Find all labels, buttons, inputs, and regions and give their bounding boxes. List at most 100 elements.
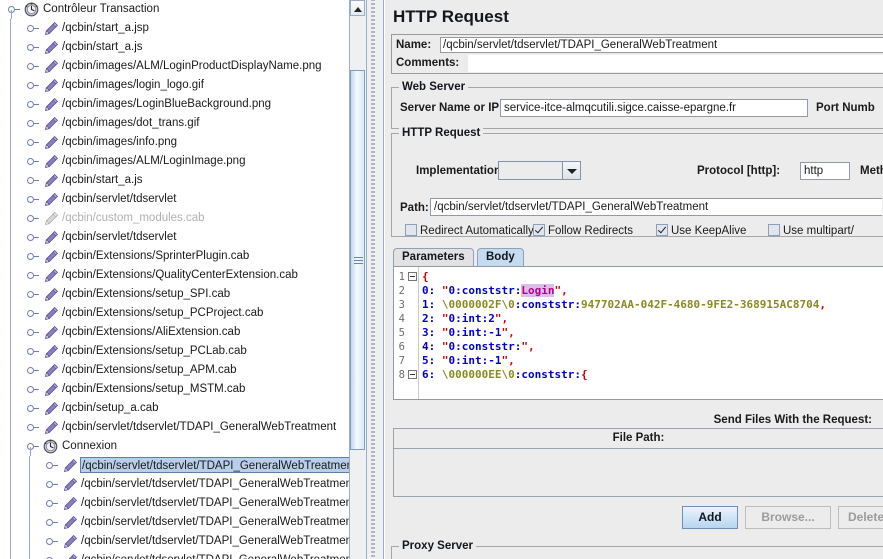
tree-handle-stem (34, 370, 39, 372)
scrollbar-thumb[interactable] (350, 70, 365, 450)
tree-expand-handle-icon[interactable] (27, 272, 34, 279)
tree-item[interactable]: /qcbin/Extensions/setup_APM.cab (0, 361, 349, 380)
protocol-input[interactable]: http (800, 162, 850, 180)
checkmark-icon[interactable] (533, 224, 545, 236)
tree-expand-handle-icon[interactable] (27, 253, 34, 260)
tree-item[interactable]: /qcbin/images/info.png (0, 133, 349, 152)
tree-expand-handle-icon[interactable] (27, 139, 34, 146)
tree-item-label: Contrôleur Transaction (43, 3, 160, 15)
tree-item[interactable]: /qcbin/servlet/tdservlet/TDAPI_GeneralWe… (0, 475, 349, 494)
tree-expand-handle-icon[interactable] (27, 348, 34, 355)
tree-item[interactable]: /qcbin/start_a.js (0, 171, 349, 190)
tree-expand-handle-icon[interactable] (27, 177, 34, 184)
tree-expand-handle-icon[interactable] (27, 25, 34, 32)
tree-item[interactable]: /qcbin/start_a.js (0, 38, 349, 57)
tree-expand-handle-icon[interactable] (27, 215, 34, 222)
tree-item[interactable]: /qcbin/Extensions/QualityCenterExtension… (0, 266, 349, 285)
server-name-input[interactable]: service-itce-almqcutili.sigce.caisse-epa… (500, 99, 808, 117)
tree-handle-stem (34, 85, 39, 87)
tree-item[interactable]: Contrôleur Transaction (0, 0, 349, 19)
tree-expand-handle-icon[interactable] (27, 386, 34, 393)
tree-item[interactable]: /qcbin/servlet/tdservlet (0, 190, 349, 209)
tree-item[interactable]: /qcbin/Extensions/setup_MSTM.cab (0, 380, 349, 399)
tree-expand-handle-icon[interactable] (27, 329, 34, 336)
checkmark-icon[interactable] (656, 224, 668, 236)
tree-item[interactable]: /qcbin/images/dot_trans.gif (0, 114, 349, 133)
tree-item[interactable]: /qcbin/custom_modules.cab (0, 209, 349, 228)
empty-checkbox-icon[interactable] (405, 224, 417, 236)
tree-item[interactable]: /qcbin/Extensions/SprinterPlugin.cab (0, 247, 349, 266)
tree-item[interactable]: /qcbin/Extensions/setup_PCProject.cab (0, 304, 349, 323)
chevron-down-icon[interactable] (562, 162, 580, 179)
empty-checkbox-icon[interactable] (768, 224, 780, 236)
tree-item[interactable]: /qcbin/images/login_logo.gif (0, 76, 349, 95)
tree-handle-stem (34, 446, 39, 448)
line-number: 6 (398, 341, 405, 353)
tree-expand-handle-icon[interactable] (27, 196, 34, 203)
checkbox-use-multipart[interactable]: Use multipart/ (768, 224, 854, 237)
tree-item[interactable]: /qcbin/Extensions/AliExtension.cab (0, 323, 349, 342)
tree-expand-handle-icon[interactable] (27, 101, 34, 108)
tree-expand-handle-icon[interactable] (46, 481, 53, 488)
tree-expand-handle-icon[interactable] (46, 538, 53, 545)
tree-item[interactable]: /qcbin/images/ALM/LoginImage.png (0, 152, 349, 171)
tree-connector-line (10, 171, 11, 190)
tree-expand-handle-icon[interactable] (46, 519, 53, 526)
panel-splitter[interactable] (366, 0, 384, 559)
tree-expand-handle-icon[interactable] (27, 291, 34, 298)
tree-item-label: /qcbin/servlet/tdservlet/TDAPI_GeneralWe… (81, 497, 349, 509)
tree-handle-stem (34, 161, 39, 163)
tab-parameters[interactable]: Parameters (393, 248, 474, 266)
tree-expand-handle-icon[interactable] (27, 234, 34, 241)
server-name-label: Server Name or IP: (400, 102, 503, 114)
checkbox-use-keepalive[interactable]: Use KeepAlive (656, 224, 746, 237)
tree-item[interactable]: /qcbin/servlet/tdservlet/TDAPI_GeneralWe… (0, 551, 349, 559)
body-data-editor[interactable]: 1 2 3 4 5 6 7 8 {0: "0:conststr:Login", 1: \0000… (393, 266, 883, 400)
tree-item[interactable]: Connexion (0, 437, 349, 456)
tree-expand-handle-icon[interactable] (27, 367, 34, 374)
tree-item[interactable]: /qcbin/images/ALM/LoginProductDisplayNam… (0, 57, 349, 76)
tree-expand-handle-icon[interactable] (46, 500, 53, 507)
tree-item[interactable]: /qcbin/servlet/tdservlet/TDAPI_GeneralWe… (0, 513, 349, 532)
tree-expand-handle-icon[interactable] (27, 44, 34, 51)
tree-expand-handle-icon[interactable] (27, 310, 34, 317)
code-fold-toggle-icon[interactable] (408, 272, 417, 281)
tree-expand-handle-icon[interactable] (27, 63, 34, 70)
code-line: { (422, 270, 429, 283)
tree-item[interactable]: /qcbin/Extensions/setup_PCLab.cab (0, 342, 349, 361)
tree-item[interactable]: /qcbin/start_a.jsp (0, 19, 349, 38)
tree-item[interactable]: /qcbin/servlet/tdservlet (0, 228, 349, 247)
checkbox-redirect-automatically[interactable]: Redirect Automatically (405, 224, 534, 237)
tree-item[interactable]: /qcbin/images/LoginBlueBackground.png (0, 95, 349, 114)
tree-connector-line (29, 532, 30, 551)
implementation-dropdown[interactable] (498, 161, 581, 180)
file-path-table[interactable]: File Path: (393, 428, 883, 497)
path-input[interactable]: /qcbin/servlet/tdservlet/TDAPI_GeneralWe… (430, 198, 882, 216)
transaction-tree[interactable]: Contrôleur Transaction/qcbin/start_a.jsp… (0, 0, 349, 559)
checkbox-label: Use multipart/ (783, 225, 854, 237)
tree-expand-handle-icon[interactable] (27, 82, 34, 89)
tree-expand-handle-icon[interactable] (27, 424, 34, 431)
tree-handle-stem (34, 294, 39, 296)
tree-item[interactable]: /qcbin/setup_a.cab (0, 399, 349, 418)
tree-item[interactable]: /qcbin/servlet/tdservlet/TDAPI_GeneralWe… (0, 494, 349, 513)
add-button[interactable]: Add (682, 506, 738, 529)
code-fold-toggle-icon[interactable] (408, 370, 417, 379)
tree-expand-handle-icon[interactable] (46, 462, 53, 469)
name-input[interactable]: /qcbin/servlet/tdservlet/TDAPI_GeneralWe… (440, 37, 883, 53)
tree-expand-handle-icon[interactable] (27, 120, 34, 127)
http-request-group: HTTP Request Implementation: Protocol [h… (391, 127, 883, 237)
tree-expand-handle-icon[interactable] (27, 158, 34, 165)
tree-expand-handle-icon[interactable] (27, 405, 34, 412)
scroll-up-arrow-icon[interactable] (350, 0, 365, 16)
tree-item[interactable]: /qcbin/servlet/tdservlet/TDAPI_GeneralWe… (0, 532, 349, 551)
tree-vertical-scrollbar[interactable] (349, 0, 366, 559)
comments-input[interactable] (468, 55, 883, 72)
tab-body-data[interactable]: Body Data (477, 248, 524, 280)
checkbox-follow-redirects[interactable]: Follow Redirects (533, 224, 633, 237)
tree-item[interactable]: /qcbin/Extensions/setup_SPI.cab (0, 285, 349, 304)
web-server-group-title: Web Server (399, 81, 469, 93)
tree-item[interactable]: /qcbin/servlet/tdservlet/TDAPI_GeneralWe… (0, 418, 349, 437)
tree-item-label: /qcbin/images/ALM/LoginProductDisplayNam… (62, 60, 322, 72)
tree-item[interactable]: /qcbin/servlet/tdservlet/TDAPI_GeneralWe… (0, 456, 349, 475)
